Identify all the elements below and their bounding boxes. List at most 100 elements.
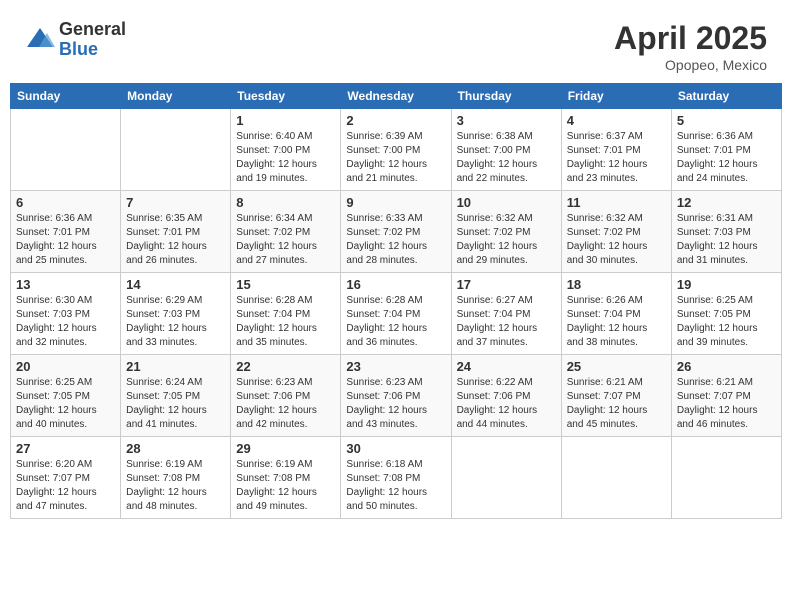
day-number: 21: [126, 359, 225, 374]
day-info: Sunrise: 6:23 AM Sunset: 7:06 PM Dayligh…: [346, 376, 445, 432]
day-number: 8: [236, 195, 335, 210]
weekday-header-tuesday: Tuesday: [231, 84, 341, 109]
day-info: Sunrise: 6:30 AM Sunset: 7:03 PM Dayligh…: [16, 294, 115, 350]
calendar-cell: 3 Sunrise: 6:38 AM Sunset: 7:00 PM Daylig…: [451, 109, 561, 191]
logo: General Blue: [25, 20, 126, 60]
day-info: Sunrise: 6:32 AM Sunset: 7:02 PM Dayligh…: [567, 212, 666, 268]
day-number: 22: [236, 359, 335, 374]
calendar-cell: 21 Sunrise: 6:24 AM Sunset: 7:05 PM Dayli…: [121, 355, 231, 437]
day-info: Sunrise: 6:38 AM Sunset: 7:00 PM Dayligh…: [457, 130, 556, 186]
calendar-cell: 18 Sunrise: 6:26 AM Sunset: 7:04 PM Dayli…: [561, 273, 671, 355]
calendar-cell: 30 Sunrise: 6:18 AM Sunset: 7:08 PM Dayli…: [341, 437, 451, 519]
day-info: Sunrise: 6:40 AM Sunset: 7:00 PM Dayligh…: [236, 130, 335, 186]
day-info: Sunrise: 6:25 AM Sunset: 7:05 PM Dayligh…: [16, 376, 115, 432]
day-number: 19: [677, 277, 776, 292]
calendar-cell: 1 Sunrise: 6:40 AM Sunset: 7:00 PM Daylig…: [231, 109, 341, 191]
location-subtitle: Opopeo, Mexico: [614, 57, 767, 73]
day-number: 14: [126, 277, 225, 292]
day-info: Sunrise: 6:32 AM Sunset: 7:02 PM Dayligh…: [457, 212, 556, 268]
day-number: 17: [457, 277, 556, 292]
week-row-2: 6 Sunrise: 6:36 AM Sunset: 7:01 PM Daylig…: [11, 191, 782, 273]
day-number: 20: [16, 359, 115, 374]
day-number: 25: [567, 359, 666, 374]
calendar-cell: 27Sunrise: 6:20 AM Sunset: 7:07 PM Dayli…: [11, 437, 121, 519]
day-number: 1: [236, 113, 335, 128]
calendar-cell: 23 Sunrise: 6:23 AM Sunset: 7:06 PM Dayli…: [341, 355, 451, 437]
day-number: 27: [16, 441, 115, 456]
day-number: 12: [677, 195, 776, 210]
weekday-header-row: SundayMondayTuesdayWednesdayThursdayFrid…: [11, 84, 782, 109]
day-number: 15: [236, 277, 335, 292]
logo-general: General: [59, 20, 126, 40]
day-number: 5: [677, 113, 776, 128]
day-info: Sunrise: 6:19 AM Sunset: 7:08 PM Dayligh…: [126, 458, 225, 514]
day-info: Sunrise: 6:24 AM Sunset: 7:05 PM Dayligh…: [126, 376, 225, 432]
weekday-header-friday: Friday: [561, 84, 671, 109]
day-info: Sunrise: 6:27 AM Sunset: 7:04 PM Dayligh…: [457, 294, 556, 350]
week-row-4: 20 Sunrise: 6:25 AM Sunset: 7:05 PM Dayli…: [11, 355, 782, 437]
calendar-cell: [121, 109, 231, 191]
day-info: Sunrise: 6:36 AM Sunset: 7:01 PM Dayligh…: [16, 212, 115, 268]
day-info: Sunrise: 6:33 AM Sunset: 7:02 PM Dayligh…: [346, 212, 445, 268]
day-info: Sunrise: 6:28 AM Sunset: 7:04 PM Dayligh…: [346, 294, 445, 350]
page-header: General Blue April 2025 Opopeo, Mexico: [10, 10, 782, 78]
weekday-header-saturday: Saturday: [671, 84, 781, 109]
day-number: 6: [16, 195, 115, 210]
day-info: Sunrise: 6:26 AM Sunset: 7:04 PM Dayligh…: [567, 294, 666, 350]
day-number: 3: [457, 113, 556, 128]
day-number: 10: [457, 195, 556, 210]
day-info: Sunrise: 6:21 AM Sunset: 7:07 PM Dayligh…: [567, 376, 666, 432]
title-block: April 2025 Opopeo, Mexico: [614, 20, 767, 73]
calendar-cell: [11, 109, 121, 191]
calendar-cell: 16Sunrise: 6:28 AM Sunset: 7:04 PM Dayli…: [341, 273, 451, 355]
calendar-cell: 12 Sunrise: 6:31 AM Sunset: 7:03 PM Dayli…: [671, 191, 781, 273]
day-number: 18: [567, 277, 666, 292]
day-info: Sunrise: 6:21 AM Sunset: 7:07 PM Dayligh…: [677, 376, 776, 432]
day-info: Sunrise: 6:37 AM Sunset: 7:01 PM Dayligh…: [567, 130, 666, 186]
calendar-cell: 29 Sunrise: 6:19 AM Sunset: 7:08 PM Dayli…: [231, 437, 341, 519]
calendar-cell: 13 Sunrise: 6:30 AM Sunset: 7:03 PM Dayli…: [11, 273, 121, 355]
calendar-cell: 17 Sunrise: 6:27 AM Sunset: 7:04 PM Dayli…: [451, 273, 561, 355]
day-number: 11: [567, 195, 666, 210]
weekday-header-wednesday: Wednesday: [341, 84, 451, 109]
calendar-cell: 19Sunrise: 6:25 AM Sunset: 7:05 PM Dayli…: [671, 273, 781, 355]
logo-blue: Blue: [59, 40, 126, 60]
day-number: 9: [346, 195, 445, 210]
calendar-cell: 10 Sunrise: 6:32 AM Sunset: 7:02 PM Dayli…: [451, 191, 561, 273]
calendar-cell: 25 Sunrise: 6:21 AM Sunset: 7:07 PM Dayli…: [561, 355, 671, 437]
calendar-cell: 24Sunrise: 6:22 AM Sunset: 7:06 PM Dayli…: [451, 355, 561, 437]
calendar-cell: 5Sunrise: 6:36 AM Sunset: 7:01 PM Daylig…: [671, 109, 781, 191]
day-info: Sunrise: 6:18 AM Sunset: 7:08 PM Dayligh…: [346, 458, 445, 514]
day-info: Sunrise: 6:34 AM Sunset: 7:02 PM Dayligh…: [236, 212, 335, 268]
day-info: Sunrise: 6:29 AM Sunset: 7:03 PM Dayligh…: [126, 294, 225, 350]
week-row-5: 27Sunrise: 6:20 AM Sunset: 7:07 PM Dayli…: [11, 437, 782, 519]
day-number: 24: [457, 359, 556, 374]
day-number: 28: [126, 441, 225, 456]
day-info: Sunrise: 6:31 AM Sunset: 7:03 PM Dayligh…: [677, 212, 776, 268]
logo-icon: [25, 25, 55, 55]
weekday-header-monday: Monday: [121, 84, 231, 109]
calendar-table: SundayMondayTuesdayWednesdayThursdayFrid…: [10, 83, 782, 519]
calendar-cell: [561, 437, 671, 519]
calendar-cell: 2Sunrise: 6:39 AM Sunset: 7:00 PM Daylig…: [341, 109, 451, 191]
calendar-cell: 6 Sunrise: 6:36 AM Sunset: 7:01 PM Daylig…: [11, 191, 121, 273]
calendar-cell: 22Sunrise: 6:23 AM Sunset: 7:06 PM Dayli…: [231, 355, 341, 437]
day-number: 23: [346, 359, 445, 374]
calendar-cell: 7Sunrise: 6:35 AM Sunset: 7:01 PM Daylig…: [121, 191, 231, 273]
day-info: Sunrise: 6:28 AM Sunset: 7:04 PM Dayligh…: [236, 294, 335, 350]
weekday-header-sunday: Sunday: [11, 84, 121, 109]
weekday-header-thursday: Thursday: [451, 84, 561, 109]
calendar-cell: 26Sunrise: 6:21 AM Sunset: 7:07 PM Dayli…: [671, 355, 781, 437]
calendar-cell: 11 Sunrise: 6:32 AM Sunset: 7:02 PM Dayli…: [561, 191, 671, 273]
logo-text: General Blue: [59, 20, 126, 60]
week-row-1: 1 Sunrise: 6:40 AM Sunset: 7:00 PM Daylig…: [11, 109, 782, 191]
day-info: Sunrise: 6:19 AM Sunset: 7:08 PM Dayligh…: [236, 458, 335, 514]
day-number: 13: [16, 277, 115, 292]
calendar-cell: 8 Sunrise: 6:34 AM Sunset: 7:02 PM Daylig…: [231, 191, 341, 273]
calendar-cell: [671, 437, 781, 519]
calendar-cell: [451, 437, 561, 519]
day-number: 29: [236, 441, 335, 456]
calendar-cell: 15 Sunrise: 6:28 AM Sunset: 7:04 PM Dayli…: [231, 273, 341, 355]
week-row-3: 13 Sunrise: 6:30 AM Sunset: 7:03 PM Dayli…: [11, 273, 782, 355]
day-number: 30: [346, 441, 445, 456]
